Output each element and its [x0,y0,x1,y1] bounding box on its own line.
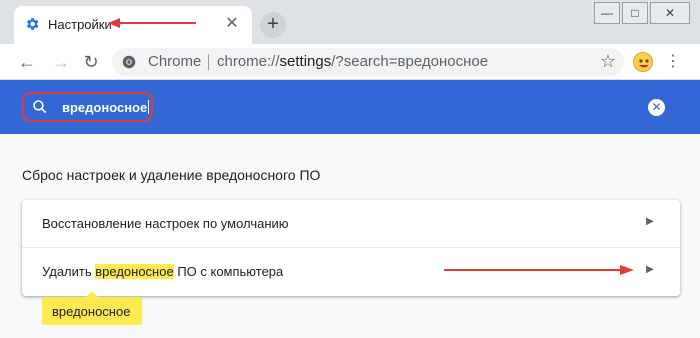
site-label: Chrome [148,53,202,70]
back-button[interactable]: ← [16,51,38,73]
row-label: Восстановление настроек по умолчанию [42,216,289,231]
tab-close-icon[interactable]: ✕ [222,14,242,34]
reload-button[interactable]: ↻ [80,51,102,73]
tab-title: Настройки [48,17,112,32]
settings-content: Сброс настроек и удаление вредоносного П… [0,134,700,338]
tab-strip: Настройки ✕ + — □ ✕ [0,0,700,44]
minimize-button[interactable]: — [594,2,620,24]
menu-icon[interactable]: ⋮ [664,50,682,74]
new-tab-button[interactable]: + [260,12,286,38]
bubble-text: вредоносное [52,304,131,319]
row-restore-defaults[interactable]: Восстановление настроек по умолчанию ▶ [22,200,680,248]
settings-card: Восстановление настроек по умолчанию ▶ У… [22,200,680,296]
chevron-right-icon: ▶ [646,216,654,227]
section-title: Сброс настроек и удаление вредоносного П… [22,167,321,183]
chevron-right-icon: ▶ [646,264,654,275]
forward-button[interactable]: → [50,51,72,73]
bookmark-star-icon[interactable]: ☆ [600,51,616,72]
omnibox-separator [208,54,209,70]
annotation-arrow-tab [108,18,196,28]
search-highlight: вредоносное [95,264,174,279]
search-icon [33,100,47,114]
row-label: Удалить вредоносное ПО с компьютера [42,264,284,279]
chrome-logo-icon [122,55,136,69]
search-match-bubble: вредоносное [42,291,142,325]
url-text: chrome://settings/?search=вредоносное [217,53,489,70]
settings-search-bar: вредоносное ✕ [0,80,700,134]
clear-search-icon[interactable]: ✕ [648,99,665,116]
window-close-button[interactable]: ✕ [650,2,690,24]
gear-icon [26,18,39,30]
profile-avatar[interactable] [633,52,653,72]
address-bar[interactable]: Chrome chrome://settings/?search=вредоно… [112,48,624,76]
emoji-face-icon [639,59,649,68]
search-query: вредоносное [62,100,150,115]
search-input[interactable]: вредоносное [22,92,153,122]
maximize-button[interactable]: □ [622,2,648,24]
toolbar: ← → ↻ Chrome chrome://settings/?search=в… [0,44,700,80]
annotation-arrow-row [444,265,634,275]
